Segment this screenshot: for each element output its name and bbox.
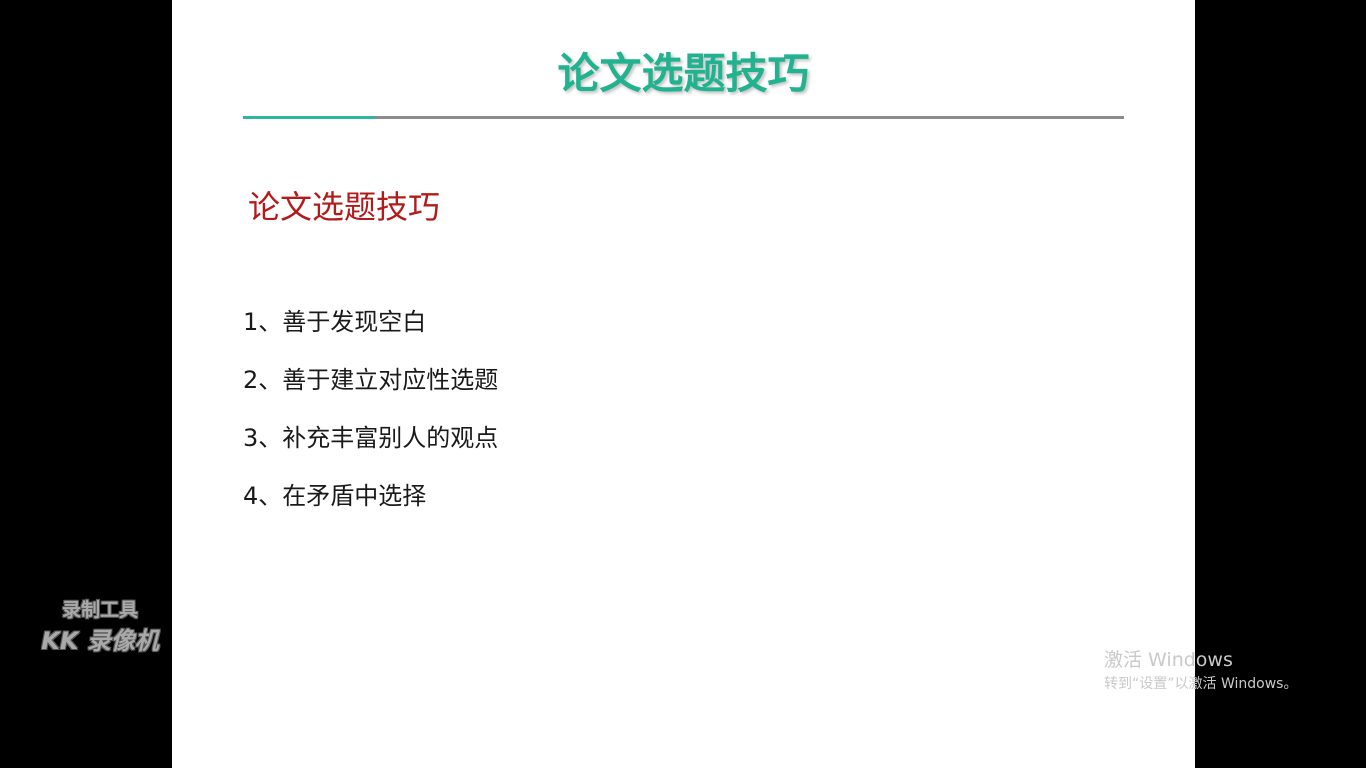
title-divider [243, 116, 1124, 119]
activation-title: 激活 Windows [1104, 649, 1233, 671]
point-item: 4、在矛盾中选择 [243, 482, 427, 510]
slide-title: 论文选题技巧 [557, 49, 810, 98]
title-divider-accent [243, 116, 375, 119]
watermark-line-2: KK 录像机 [41, 627, 159, 655]
recorder-watermark: 录制工具 KK 录像机 [30, 596, 170, 658]
screen: 论文选题技巧 论文选题技巧 1、善于发现空白 2、善于建立对应性选题 3、补充丰… [0, 0, 1366, 768]
watermark-line-1: 录制工具 [61, 599, 138, 621]
point-item: 1、善于发现空白 [243, 308, 427, 336]
point-item: 2、善于建立对应性选题 [243, 366, 499, 394]
point-list: 1、善于发现空白 2、善于建立对应性选题 3、补充丰富别人的观点 4、在矛盾中选… [243, 300, 498, 532]
windows-activation-notice: 激活 Windows 转到“设置”以激活 Windows。 [1104, 646, 1297, 694]
activation-subtitle: 转到“设置”以激活 Windows。 [1104, 676, 1298, 692]
presentation-slide: 论文选题技巧 论文选题技巧 1、善于发现空白 2、善于建立对应性选题 3、补充丰… [172, 0, 1195, 768]
point-item: 3、补充丰富别人的观点 [243, 424, 499, 452]
section-heading: 论文选题技巧 [248, 188, 441, 226]
